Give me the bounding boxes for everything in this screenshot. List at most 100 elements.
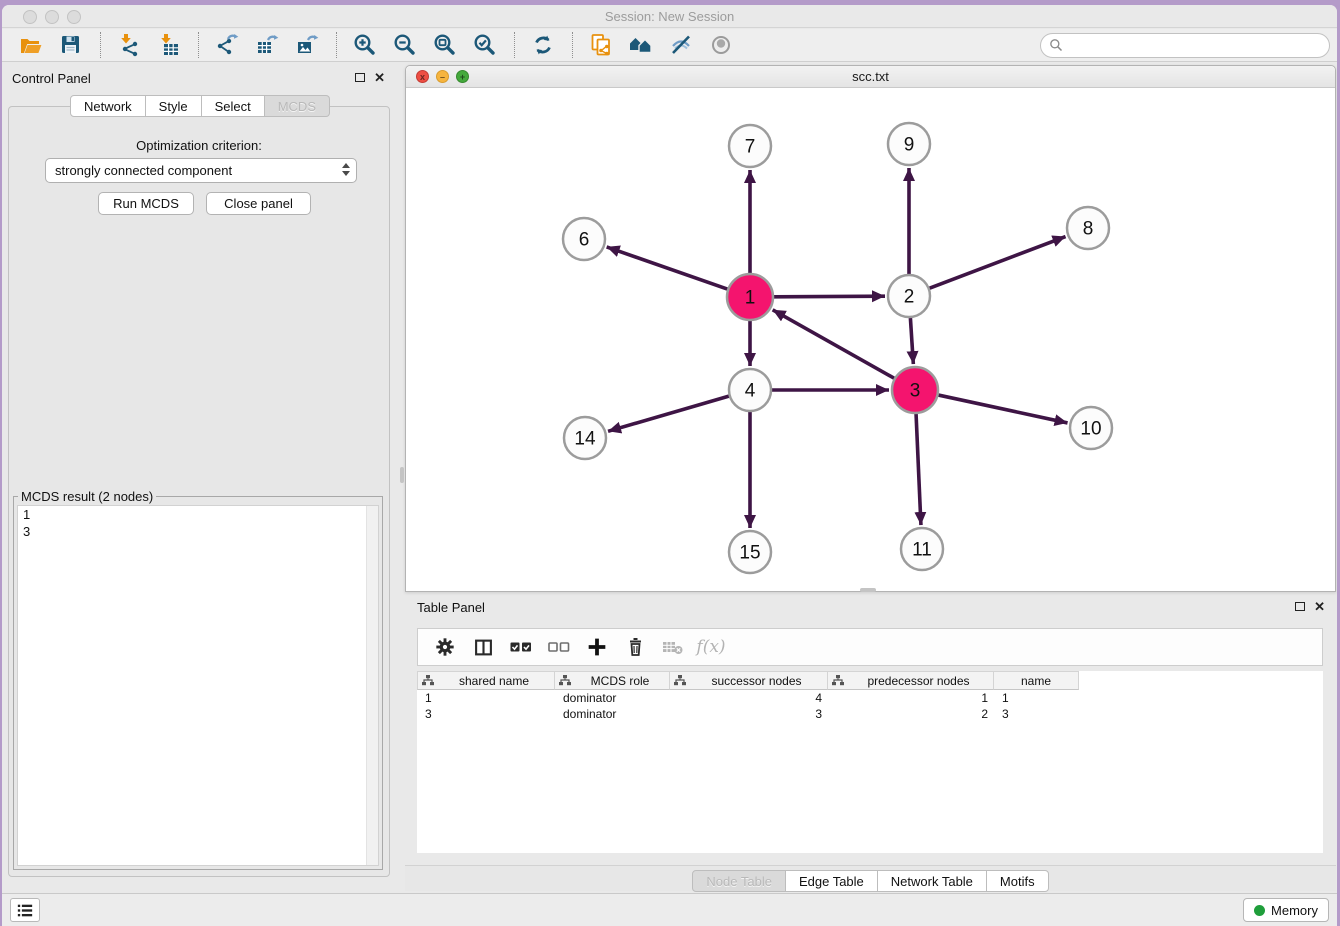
network-graph[interactable]: 1 2 3 4 6 7 8 9 10 11 14 15: [406, 88, 1335, 591]
column-header-successor-nodes[interactable]: successor nodes: [670, 671, 828, 690]
graph-edge-1-6[interactable]: [607, 247, 728, 289]
criterion-dropdown[interactable]: strongly connected component: [45, 158, 357, 183]
export-network-icon[interactable]: [210, 31, 244, 59]
float-panel-icon[interactable]: [1295, 602, 1305, 611]
control-panel: Control Panel ✕ NetworkStyleSelectMCDS O…: [4, 66, 396, 881]
run-mcds-button[interactable]: Run MCDS: [98, 192, 194, 215]
tab-motifs[interactable]: Motifs: [987, 870, 1049, 892]
graph-edge-3-10[interactable]: [938, 395, 1067, 423]
graph-node-11[interactable]: 11: [901, 528, 943, 570]
scrollbar-track[interactable]: [366, 506, 378, 865]
import-table-icon[interactable]: [152, 31, 186, 59]
control-panel-header: Control Panel ✕: [4, 66, 396, 92]
first-neighbors-icon[interactable]: [624, 31, 658, 59]
network-window-titlebar[interactable]: x – + scc.txt: [406, 66, 1335, 88]
column-header-predecessor-nodes[interactable]: predecessor nodes: [828, 671, 994, 690]
cell-name: 1: [994, 690, 1079, 706]
tab-edge-table[interactable]: Edge Table: [786, 870, 878, 892]
graph-edge-1-2[interactable]: [774, 296, 885, 297]
network-canvas[interactable]: 1 2 3 4 6 7 8 9 10 11 14 15: [406, 88, 1335, 591]
tab-network[interactable]: Network: [70, 95, 146, 117]
zoom-fit-icon[interactable]: [428, 31, 462, 59]
close-panel-icon[interactable]: ✕: [1314, 599, 1325, 615]
delete-row-icon[interactable]: [620, 633, 650, 661]
cell-predecessor-nodes: 1: [828, 690, 994, 706]
list-icon: [16, 902, 34, 919]
application-window: Session: New Session: [2, 5, 1337, 926]
maximize-view-icon[interactable]: +: [456, 70, 469, 83]
export-table-icon[interactable]: [250, 31, 284, 59]
network-view-window: x – + scc.txt 1 2 3 4 6 7 8 9 10 11 14 15: [405, 65, 1336, 592]
close-panel-icon[interactable]: ✕: [374, 70, 385, 86]
zoom-window-icon[interactable]: [67, 10, 81, 24]
search-input[interactable]: [1068, 35, 1329, 55]
table-panel-header: Table Panel ✕: [405, 595, 1336, 621]
graph-edge-3-11[interactable]: [916, 414, 921, 525]
open-session-icon[interactable]: [14, 31, 48, 59]
graph-node-4[interactable]: 4: [729, 369, 771, 411]
task-history-button[interactable]: [10, 898, 40, 922]
zoom-out-icon[interactable]: [388, 31, 422, 59]
save-session-icon[interactable]: [54, 31, 88, 59]
mcds-result-list[interactable]: 13: [17, 505, 379, 866]
float-panel-icon[interactable]: [355, 73, 365, 82]
add-row-icon[interactable]: [582, 633, 612, 661]
graph-edge-4-14[interactable]: [608, 396, 729, 431]
graph-node-3[interactable]: 3: [892, 367, 938, 413]
graph-node-15[interactable]: 15: [729, 531, 771, 573]
deselect-all-icon[interactable]: [544, 633, 574, 661]
graph-node-9[interactable]: 9: [888, 123, 930, 165]
new-network-from-selection-icon[interactable]: [584, 31, 618, 59]
graph-node-2[interactable]: 2: [888, 275, 930, 317]
graph-node-8[interactable]: 8: [1067, 207, 1109, 249]
graph-edge-2-3[interactable]: [910, 318, 913, 364]
minimize-view-icon[interactable]: –: [436, 70, 449, 83]
close-panel-button[interactable]: Close panel: [206, 192, 311, 215]
graph-node-10[interactable]: 10: [1070, 407, 1112, 449]
graph-node-1[interactable]: 1: [727, 274, 773, 320]
zoom-selected-icon[interactable]: [468, 31, 502, 59]
svg-text:10: 10: [1080, 419, 1101, 440]
splitter-handle[interactable]: [860, 588, 876, 592]
tab-network-table[interactable]: Network Table: [878, 870, 987, 892]
toolbar-separator: [336, 32, 337, 58]
svg-text:11: 11: [912, 540, 932, 561]
graph-node-14[interactable]: 14: [564, 417, 606, 459]
svg-text:4: 4: [745, 381, 756, 402]
hide-selected-icon[interactable]: [664, 31, 698, 59]
memory-button[interactable]: Memory: [1243, 898, 1329, 922]
column-header-shared-name[interactable]: shared name: [417, 671, 555, 690]
minimize-window-icon[interactable]: [45, 10, 59, 24]
select-all-icon[interactable]: [506, 633, 536, 661]
tab-node-table[interactable]: Node Table: [692, 870, 786, 892]
import-network-icon[interactable]: [112, 31, 146, 59]
graph-node-6[interactable]: 6: [563, 218, 605, 260]
tab-mcds[interactable]: MCDS: [265, 95, 330, 117]
table-row[interactable]: 3dominator323: [417, 706, 1323, 722]
zoom-in-icon[interactable]: [348, 31, 382, 59]
close-window-icon[interactable]: [23, 10, 37, 24]
mcds-result-item[interactable]: 1: [18, 506, 378, 523]
search-field[interactable]: [1040, 33, 1330, 58]
search-icon: [1049, 38, 1064, 53]
column-header-MCDS-role[interactable]: MCDS role: [555, 671, 670, 690]
graph-edge-2-8[interactable]: [930, 237, 1066, 289]
mcds-result-title: MCDS result (2 nodes): [18, 489, 156, 504]
toolbar-separator: [198, 32, 199, 58]
table-panel: Table Panel ✕: [405, 595, 1336, 891]
export-image-icon[interactable]: [290, 31, 324, 59]
refresh-icon[interactable]: [526, 31, 560, 59]
show-columns-icon[interactable]: [468, 633, 498, 661]
mcds-result-item[interactable]: 3: [18, 523, 378, 540]
table-row[interactable]: 1dominator411: [417, 690, 1323, 706]
memory-status-icon: [1254, 905, 1265, 916]
tab-style[interactable]: Style: [146, 95, 202, 117]
graph-node-7[interactable]: 7: [729, 125, 771, 167]
settings-gear-icon[interactable]: [430, 633, 460, 661]
column-header-name[interactable]: name: [994, 671, 1079, 690]
close-view-icon[interactable]: x: [416, 70, 429, 83]
graph-edge-3-1[interactable]: [773, 310, 894, 378]
splitter-handle[interactable]: [400, 467, 404, 483]
tab-select[interactable]: Select: [202, 95, 265, 117]
show-all-icon[interactable]: [704, 31, 738, 59]
